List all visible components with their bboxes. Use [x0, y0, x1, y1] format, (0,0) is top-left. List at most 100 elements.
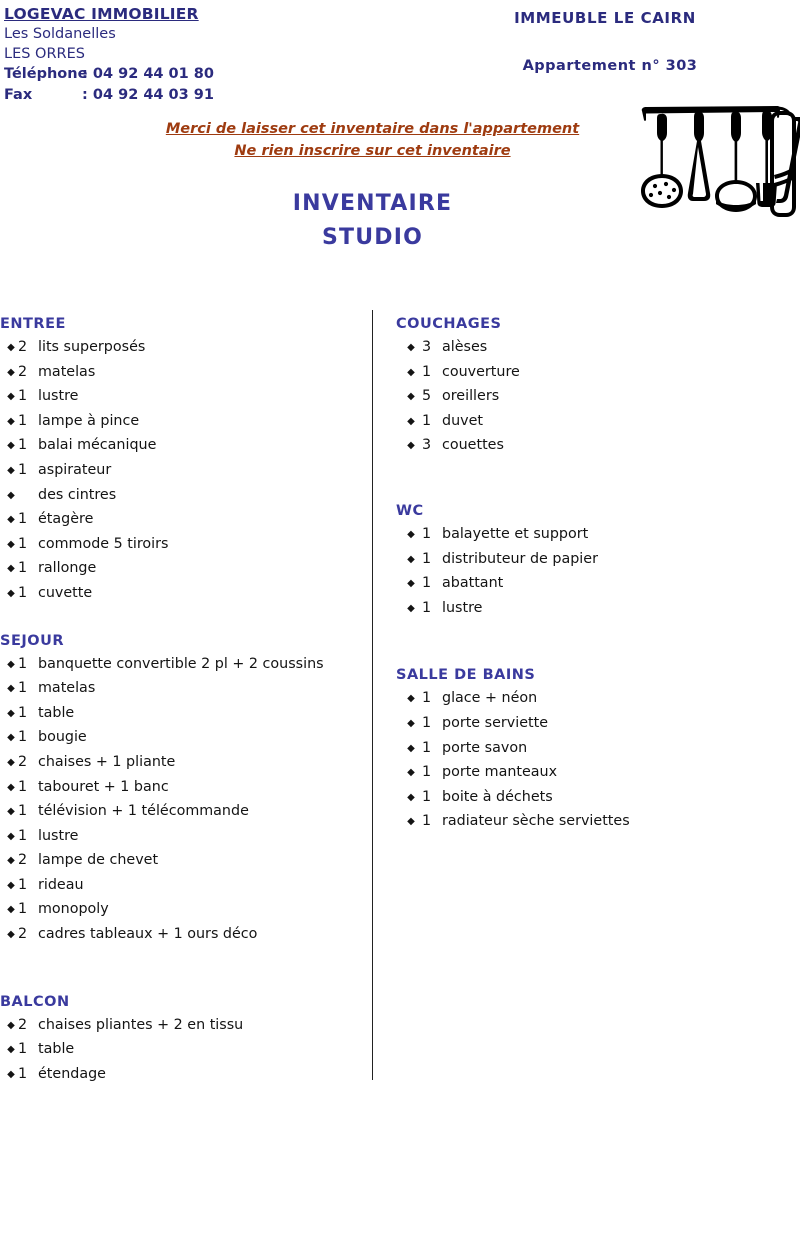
item-quantity: 2: [18, 339, 28, 355]
inventory-section: SEJOUR ◆ 1 banquette convertible 2 pl + 2 c…: [0, 629, 360, 948]
item-quantity: 2: [18, 1016, 28, 1033]
inventory-item: ◆ 1 table: [0, 1038, 360, 1063]
inventory-item: ◆ 3 couettes: [396, 434, 786, 459]
item-quantity: 1: [18, 1065, 28, 1082]
inventory-item: ◆ 1 table: [0, 702, 360, 727]
item-quantity: 1: [18, 1041, 28, 1058]
item-quantity: 1: [18, 876, 28, 893]
diamond-bullet-icon: ◆: [407, 391, 415, 403]
building-info-block: IMMEUBLE LE CAIRN Appartement n° 303: [400, 0, 800, 79]
item-label: porte manteaux: [442, 764, 558, 781]
diamond-bullet-icon: ◆: [7, 1019, 15, 1031]
inventory-item: ◆ 2 lampe de chevet: [0, 849, 360, 874]
item-quantity: 1: [422, 813, 432, 830]
diamond-bullet-icon: ◆: [7, 415, 15, 427]
inventory-item: ◆ 2 lits superposés: [0, 336, 360, 361]
item-quantity: 1: [422, 363, 432, 380]
item-label: cadres tableaux + 1 ours déco: [38, 926, 258, 943]
diamond-bullet-icon: ◆: [7, 563, 15, 575]
inventory-item: ◆ 1 rideau: [0, 874, 360, 899]
item-label: table: [38, 1041, 75, 1058]
agency-name: LOGEVAC IMMOBILIER: [4, 5, 199, 23]
diamond-bullet-icon: ◆: [7, 781, 15, 793]
column-divider: [372, 310, 373, 1080]
item-quantity: 1: [18, 461, 28, 478]
inventory-item: ◆ 1 porte serviette: [396, 712, 786, 737]
inventory-item-list: ◆ 3 alèses ◆ 1 couverture ◆ 5 oreillers ◆ 1 duvet ◆ 3…: [396, 336, 786, 459]
inventory-left-column: ENTREE ◆ 2 lits superposés ◆ 2 matelas ◆ 1 lustre…: [0, 312, 360, 1087]
item-quantity: 1: [18, 803, 28, 820]
item-label: couverture: [442, 363, 520, 380]
item-label: tabouret + 1 banc: [38, 778, 169, 795]
diamond-bullet-icon: ◆: [7, 683, 15, 695]
diamond-bullet-icon: ◆: [7, 879, 15, 891]
diamond-bullet-icon: ◆: [7, 464, 15, 476]
item-quantity: 1: [18, 584, 28, 601]
item-label: bougie: [38, 729, 87, 746]
diamond-bullet-icon: ◆: [407, 578, 415, 590]
item-label: table: [38, 704, 75, 721]
inventory-section: SALLE DE BAINS ◆ 1 glace + néon ◆ 1 porte serv…: [396, 663, 786, 835]
item-quantity: 2: [18, 852, 28, 869]
item-quantity: 1: [18, 412, 28, 429]
item-label: boite à déchets: [442, 788, 553, 805]
diamond-bullet-icon: ◆: [407, 767, 415, 779]
item-quantity: 1: [422, 550, 432, 567]
diamond-bullet-icon: ◆: [7, 1044, 15, 1056]
inventory-item: ◆ 2 matelas: [0, 361, 360, 386]
page-title: INVENTAIRE STUDIO: [0, 187, 745, 255]
item-label: lampe à pince: [38, 412, 140, 429]
phone-value: 04 92 44 01 80: [92, 66, 214, 82]
diamond-bullet-icon: ◆: [7, 830, 15, 842]
diamond-bullet-icon: ◆: [7, 855, 15, 867]
item-label: rallonge: [38, 560, 97, 577]
item-label: aspirateur: [38, 461, 112, 478]
item-label: étendage: [38, 1065, 106, 1082]
item-label: matelas: [38, 363, 96, 380]
inventory-item: ◆ 1 abattant: [396, 572, 786, 597]
notice-block: Merci de laisser cet inventaire dans l'a…: [0, 118, 745, 162]
agency-info-block: LOGEVAC IMMOBILIER Les Soldanelles LES O…: [4, 4, 384, 106]
diamond-bullet-icon: ◆: [7, 806, 15, 818]
item-label: distributeur de papier: [442, 550, 598, 567]
notice-line-2: Ne rien inscrire sur cet inventaire: [234, 143, 511, 159]
inventory-item: ◆ 1 porte manteaux: [396, 761, 786, 786]
item-label: oreillers: [442, 388, 500, 405]
diamond-bullet-icon: ◆: [7, 707, 15, 719]
item-quantity: 1: [422, 525, 432, 542]
inventory-section: ENTREE ◆ 2 lits superposés ◆ 2 matelas ◆ 1 lustre…: [0, 312, 360, 607]
inventory-item: ◆ 1 radiateur sèche serviettes: [396, 810, 786, 835]
diamond-bullet-icon: ◆: [7, 1068, 15, 1080]
item-label: lustre: [442, 599, 483, 616]
agency-phone-row: Téléphone: 04 92 44 01 80: [4, 64, 384, 85]
item-quantity: 3: [422, 339, 432, 355]
section-title-sejour: SEJOUR: [0, 632, 65, 649]
item-label: glace + néon: [442, 690, 538, 707]
item-quantity: 1: [18, 901, 28, 918]
item-quantity: 1: [422, 690, 432, 707]
diamond-bullet-icon: ◆: [7, 514, 15, 526]
inventory-item: ◆ 1 glace + néon: [396, 687, 786, 712]
item-quantity: 1: [422, 575, 432, 592]
inventory-item: ◆ 3 alèses: [396, 336, 786, 361]
item-label: lampe de chevet: [38, 852, 159, 869]
item-label: matelas: [38, 680, 96, 697]
inventory-item: ◆ 1 lampe à pince: [0, 410, 360, 435]
item-quantity: 1: [18, 437, 28, 454]
item-label: balayette et support: [442, 525, 589, 542]
item-label: couettes: [442, 437, 504, 454]
diamond-bullet-icon: ◆: [7, 489, 15, 501]
item-quantity: 3: [422, 437, 432, 454]
diamond-bullet-icon: ◆: [407, 791, 415, 803]
item-label: lits superposés: [38, 339, 146, 355]
diamond-bullet-icon: ◆: [7, 756, 15, 768]
item-label: des cintres: [38, 486, 117, 503]
fax-value: 04 92 44 03 91: [92, 87, 214, 103]
item-quantity: 1: [18, 704, 28, 721]
inventory-item: ◆ 1 couverture: [396, 361, 786, 386]
diamond-bullet-icon: ◆: [7, 366, 15, 378]
item-quantity: 1: [18, 827, 28, 844]
agency-fax-row: Fax: 04 92 44 03 91: [4, 85, 384, 106]
diamond-bullet-icon: ◆: [407, 742, 415, 754]
